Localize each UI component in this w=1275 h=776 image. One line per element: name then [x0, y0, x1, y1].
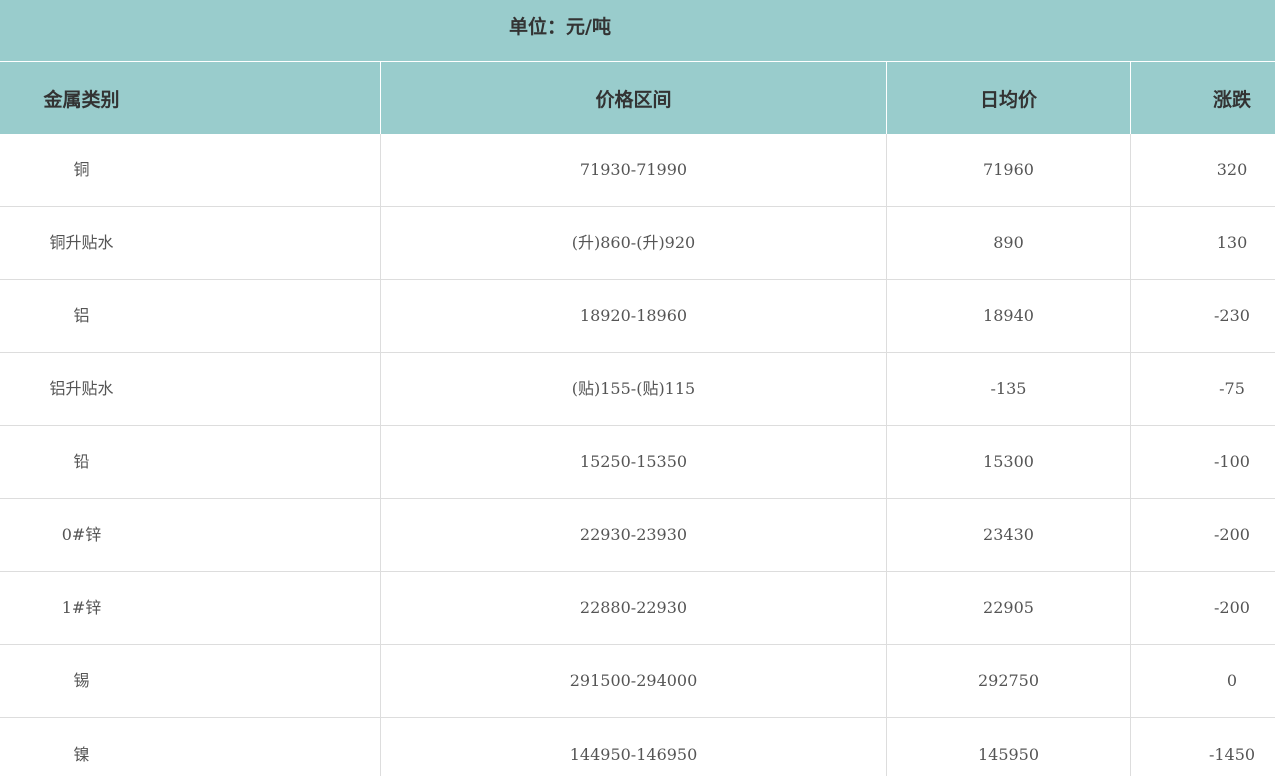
avg-cell: 22905 — [887, 572, 1131, 644]
range-cell: 18920-18960 — [381, 280, 887, 352]
metal-cell: 锡 — [0, 645, 381, 717]
table-row: 镍 144950-146950 145950 -1450 — [0, 718, 1275, 776]
change-cell: -200 — [1214, 525, 1250, 544]
avg-cell: -135 — [887, 353, 1131, 425]
unit-caption: 单位：元/吨 — [509, 15, 611, 38]
metal-price-table: 单位：元/吨 金属类别 价格区间 日均价 涨跌 铜 71930-71990 71… — [0, 0, 1275, 776]
change-cell: -200 — [1214, 598, 1250, 617]
column-header-metal: 金属类别 — [0, 62, 381, 134]
change-cell: -1450 — [1208, 745, 1256, 764]
metal-cell: 1#锌 — [0, 572, 381, 644]
metal-cell: 铜升贴水 — [0, 207, 381, 279]
column-header-avg: 日均价 — [887, 62, 1131, 134]
change-cell: 320 — [1216, 160, 1248, 179]
metal-cell: 铅 — [0, 426, 381, 498]
range-cell: 71930-71990 — [381, 134, 887, 206]
range-cell: 22930-23930 — [381, 499, 887, 571]
avg-cell: 18940 — [887, 280, 1131, 352]
metal-cell: 铜 — [0, 134, 381, 206]
unit-caption-row: 单位：元/吨 — [0, 0, 1275, 62]
change-cell: -100 — [1214, 452, 1250, 471]
change-cell: -75 — [1219, 379, 1245, 398]
table-row: 0#锌 22930-23930 23430 -200 — [0, 499, 1275, 572]
table-row: 铜升贴水 (升)860-(升)920 890 130 — [0, 207, 1275, 280]
range-cell: 15250-15350 — [381, 426, 887, 498]
table-row: 铝 18920-18960 18940 -230 — [0, 280, 1275, 353]
range-cell: 291500-294000 — [381, 645, 887, 717]
range-cell: 144950-146950 — [381, 718, 887, 776]
avg-cell: 23430 — [887, 499, 1131, 571]
change-cell: 130 — [1216, 233, 1248, 252]
metal-cell: 铝升贴水 — [0, 353, 381, 425]
table-row: 铜 71930-71990 71960 320 — [0, 134, 1275, 207]
column-header-change: 涨跌 — [1212, 88, 1251, 111]
range-cell: 22880-22930 — [381, 572, 887, 644]
table-row: 锡 291500-294000 292750 0 — [0, 645, 1275, 718]
table-row: 1#锌 22880-22930 22905 -200 — [0, 572, 1275, 645]
metal-cell: 0#锌 — [0, 499, 381, 571]
range-cell: (升)860-(升)920 — [381, 207, 887, 279]
change-cell: -230 — [1214, 306, 1250, 325]
table-row: 铅 15250-15350 15300 -100 — [0, 426, 1275, 499]
metal-cell: 铝 — [0, 280, 381, 352]
avg-cell: 145950 — [887, 718, 1131, 776]
table-header-row: 金属类别 价格区间 日均价 涨跌 — [0, 62, 1275, 134]
avg-cell: 292750 — [887, 645, 1131, 717]
column-header-range: 价格区间 — [381, 62, 887, 134]
avg-cell: 15300 — [887, 426, 1131, 498]
range-cell: (贴)155-(贴)115 — [381, 353, 887, 425]
table-row: 铝升贴水 (贴)155-(贴)115 -135 -75 — [0, 353, 1275, 426]
metal-cell: 镍 — [0, 718, 381, 776]
change-cell: 0 — [1226, 671, 1238, 690]
avg-cell: 71960 — [887, 134, 1131, 206]
avg-cell: 890 — [887, 207, 1131, 279]
